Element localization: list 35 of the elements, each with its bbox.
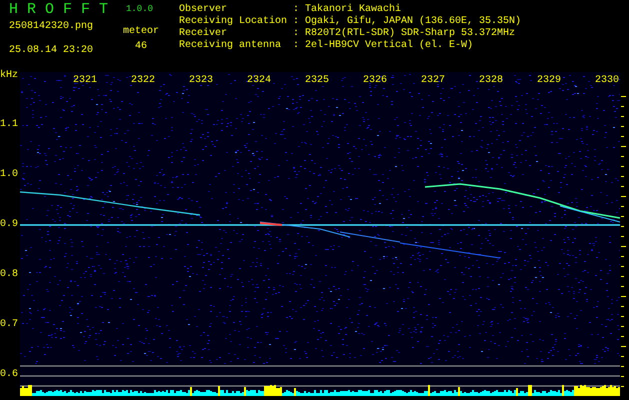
file-name: 2508142320.png (9, 21, 94, 33)
info-separator: : (293, 40, 300, 52)
axis-label: 2324 (246, 75, 271, 87)
info-label: Receiver (179, 28, 228, 40)
info-value: R820T2(RTL-SDR) SDR-Sharp 53.372MHz (305, 28, 516, 40)
info-value: 2el-HB9CV Vertical (el. E-W) (305, 40, 474, 52)
axis-label: 2322 (130, 75, 155, 87)
axis-label: 2327 (420, 75, 445, 87)
info-label: Receiving Location (179, 16, 288, 28)
axis-unit: kHz (0, 70, 20, 82)
axis-label: 0.6 (0, 369, 18, 381)
timestamp: 25.08.14 23:20 (9, 45, 94, 57)
axis-label: 1.1 (0, 119, 18, 131)
meteor-count: 46 (134, 41, 147, 53)
axis-label: 0.7 (0, 319, 18, 331)
axis-label: 0.9 (0, 219, 18, 231)
axis-label: 2321 (72, 75, 97, 87)
info-value: Ogaki, Gifu, JAPAN (136.60E, 35.35N) (305, 16, 522, 28)
version-label: 1.0.0 (126, 4, 154, 14)
info-label: Receiving antenna (179, 40, 282, 52)
axis-label: 2328 (478, 75, 503, 87)
axis-label: 0.8 (0, 269, 18, 281)
axis-label: 1.0 (0, 169, 18, 181)
axis-label: 2330 (594, 75, 619, 87)
info-value: Takanori Kawachi (305, 4, 402, 16)
axis-label: 2326 (362, 75, 387, 87)
info-separator: : (293, 28, 300, 40)
axis-label: 2325 (304, 75, 329, 87)
info-separator: : (293, 4, 300, 16)
axis-label: 2329 (536, 75, 561, 87)
info-label: Observer (179, 4, 228, 16)
axis-label: 2323 (188, 75, 213, 87)
app-name: H R O F F T (9, 1, 110, 19)
info-separator: : (293, 16, 300, 28)
meteor-label: meteor (122, 26, 159, 38)
